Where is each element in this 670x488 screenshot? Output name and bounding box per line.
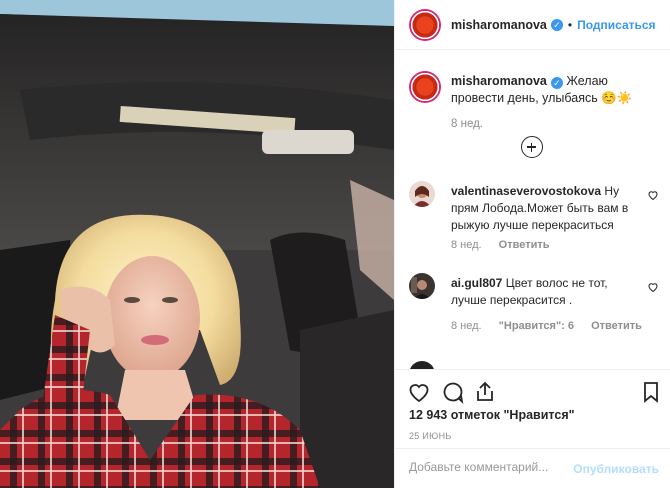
share-icon[interactable] [473,380,497,404]
publish-button[interactable]: Опубликовать [573,462,659,476]
comment-time[interactable]: 8 нед. [451,239,482,251]
add-comment-bar: Опубликовать [395,448,670,488]
like-comment-heart-icon[interactable] [647,281,659,293]
post-date[interactable]: 25 ИЮНЬ [409,431,452,441]
follow-button[interactable]: Подписаться [577,18,655,32]
comment-input[interactable] [409,460,579,474]
commenter-avatar[interactable] [409,181,435,207]
comment-meta: 8 нед. "Нравится": 6 Ответить [451,320,656,332]
comment-bubble-icon[interactable] [441,380,465,404]
reply-button[interactable]: Ответить [499,239,550,251]
comments-list[interactable]: misharomanova ✓ Желаю провести день, улыб… [395,51,670,369]
caption-time[interactable]: 8 нед. [451,118,483,130]
caption-avatar[interactable] [409,71,441,103]
comment-text: valentinaseverovostokova Ну прям Лобода.… [451,183,633,234]
like-heart-icon[interactable] [407,380,431,404]
commenter-avatar[interactable] [409,361,435,369]
caption-text: misharomanova ✓ Желаю провести день, улыб… [451,73,661,107]
author-avatar[interactable] [409,8,441,41]
comment-username[interactable]: valentinaseverovostokova [451,184,601,198]
post-actions: 12 943 отметок "Нравится" 25 ИЮНЬ Опубли… [395,369,670,488]
photo-image [0,0,394,488]
separator-dot: • [567,17,573,32]
reply-button[interactable]: Ответить [591,320,642,332]
comment-time[interactable]: 8 нед. [451,320,482,332]
post-photo[interactable] [0,0,394,488]
verified-icon: ✓ [550,77,563,89]
bookmark-icon[interactable] [639,380,663,404]
like-comment-heart-icon[interactable] [647,189,659,201]
caption-username[interactable]: misharomanova [451,74,547,88]
comment-text: ai.gul807 Цвет волос не тот, лучше перек… [451,275,633,309]
author-username[interactable]: misharomanova [451,18,547,32]
comment-likes[interactable]: "Нравится": 6 [499,320,574,332]
load-more-comments-icon[interactable] [521,136,543,158]
comment-username[interactable]: ai.gul807 [451,276,502,290]
verified-icon: ✓ [550,18,563,31]
post-panel: misharomanova ✓ • Подписаться misharoman… [394,0,670,488]
post-header: misharomanova ✓ • Подписаться [395,0,670,50]
comment-meta: 8 нед. Ответить [451,239,564,251]
likes-count[interactable]: 12 943 отметок "Нравится" [409,408,575,422]
commenter-avatar[interactable] [409,273,435,299]
